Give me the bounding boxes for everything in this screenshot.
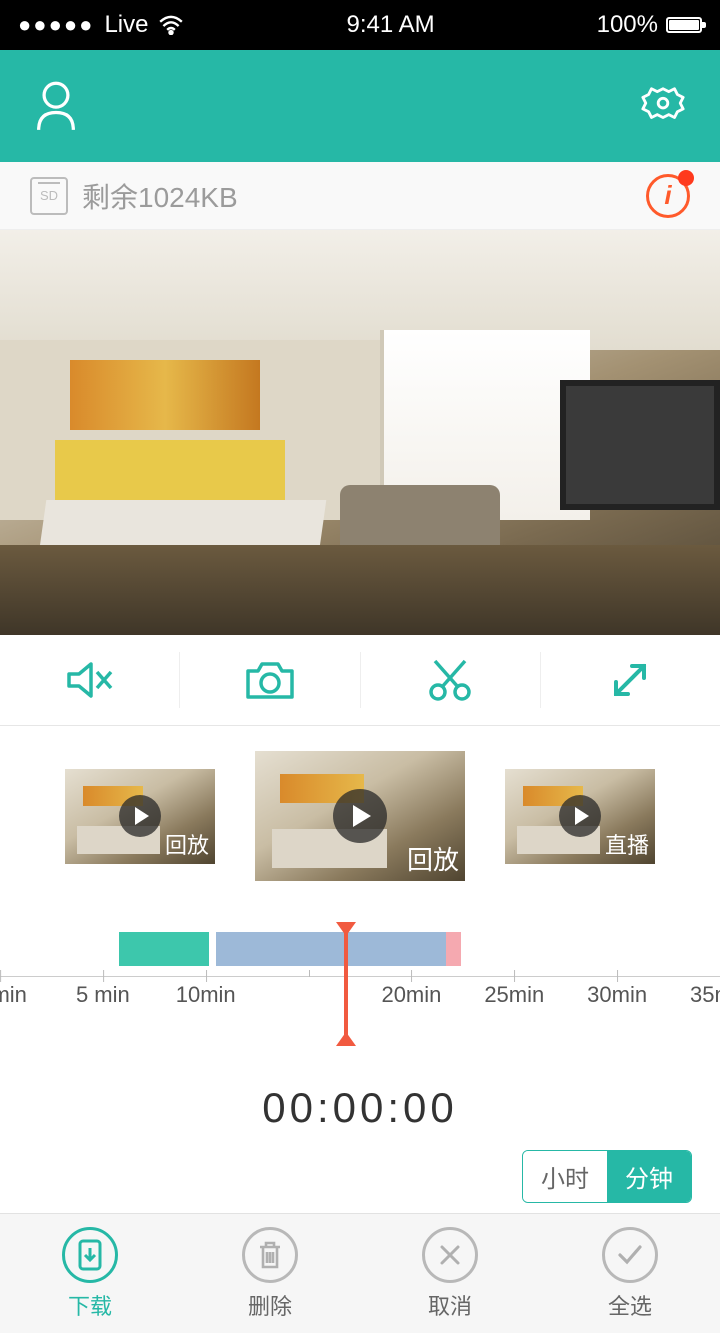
thumb-playback-1[interactable]: 回放 — [65, 769, 215, 864]
notification-dot-icon — [678, 170, 694, 186]
snapshot-button[interactable] — [180, 652, 360, 708]
playhead-marker[interactable] — [344, 924, 348, 1044]
video-controls — [0, 635, 720, 725]
timeline-tick: 0 min — [0, 982, 27, 1008]
action-label: 删除 — [248, 1289, 292, 1321]
action-label: 下载 — [68, 1289, 112, 1321]
timeline-tick: 10min — [176, 982, 236, 1008]
timeline-tick: 30min — [587, 982, 647, 1008]
timeline-tick: 20min — [381, 982, 441, 1008]
cancel-button[interactable]: 取消 — [360, 1214, 540, 1333]
play-icon — [333, 789, 387, 843]
thumb-live[interactable]: 直播 — [505, 769, 655, 864]
timeline-tick: 25min — [484, 982, 544, 1008]
video-feed[interactable] — [0, 230, 720, 635]
trash-icon — [242, 1227, 298, 1283]
app-header — [0, 50, 720, 162]
unit-toggle: 小时 分钟 — [522, 1150, 692, 1203]
clip-thumbnails: 回放 回放 直播 — [0, 726, 720, 906]
status-bar: ●●●●● Live 9:41 AM 100% — [0, 0, 720, 50]
timeline-segment[interactable] — [119, 932, 209, 966]
download-button[interactable]: 下载 — [0, 1214, 180, 1333]
mute-icon — [65, 658, 115, 702]
expand-icon — [608, 658, 652, 702]
unit-minute-button[interactable]: 分钟 — [607, 1151, 691, 1202]
select-all-button[interactable]: 全选 — [540, 1214, 720, 1333]
time-readout: 00:00:00 — [0, 1084, 720, 1132]
delete-button[interactable]: 删除 — [180, 1214, 360, 1333]
timeline-segment[interactable] — [446, 932, 460, 966]
scissors-icon — [427, 657, 473, 703]
timeline-tick: 35min — [690, 982, 720, 1008]
signal-dots-icon: ●●●●● — [18, 12, 94, 38]
settings-gear-icon[interactable] — [640, 83, 686, 129]
info-button[interactable]: i — [646, 174, 690, 218]
timeline-segment[interactable] — [216, 932, 446, 966]
battery-icon — [666, 17, 702, 33]
timeline-tick: 5 min — [76, 982, 130, 1008]
clip-button[interactable] — [361, 652, 541, 708]
profile-icon[interactable] — [34, 80, 78, 132]
download-icon — [62, 1227, 118, 1283]
check-icon — [602, 1227, 658, 1283]
mute-button[interactable] — [0, 652, 180, 708]
clock: 9:41 AM — [347, 11, 435, 39]
play-icon — [559, 795, 601, 837]
sd-card-icon: SD — [30, 177, 68, 215]
unit-hour-button[interactable]: 小时 — [523, 1151, 607, 1202]
battery-pct: 100% — [597, 11, 658, 39]
wifi-icon — [158, 15, 184, 35]
thumb-tag: 直播 — [605, 828, 649, 860]
carrier-label: Live — [104, 11, 148, 39]
thumb-playback-2[interactable]: 回放 — [255, 751, 465, 881]
thumb-tag: 回放 — [407, 840, 459, 877]
action-label: 全选 — [608, 1289, 652, 1321]
thumb-tag: 回放 — [165, 828, 209, 860]
storage-bar: SD 剩余1024KB i — [0, 162, 720, 230]
close-icon — [422, 1227, 478, 1283]
fullscreen-button[interactable] — [541, 652, 720, 708]
play-icon — [119, 795, 161, 837]
timeline[interactable]: 0 min 5 min 10min 20min 25min 30min 35min — [0, 924, 720, 1074]
camera-icon — [244, 659, 296, 701]
storage-label: 剩余1024KB — [82, 176, 238, 216]
bottom-actions: 下载 删除 取消 全选 — [0, 1213, 720, 1333]
action-label: 取消 — [428, 1289, 472, 1321]
